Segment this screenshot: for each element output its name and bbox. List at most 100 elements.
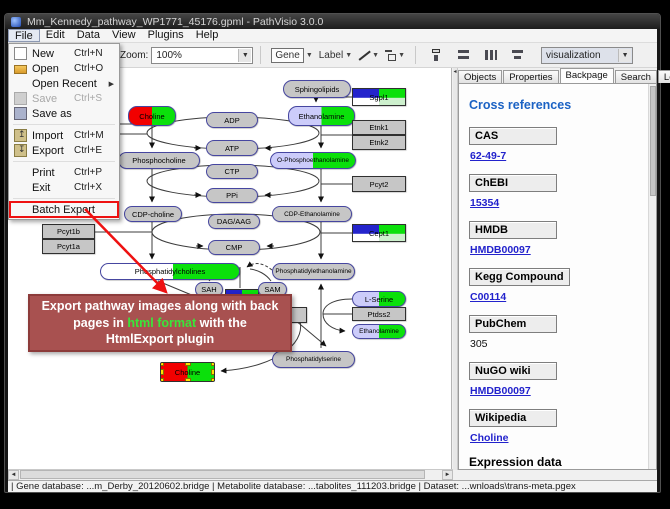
title-bar[interactable]: Mm_Kennedy_pathway_WP1771_45176.gpml - P… (5, 14, 660, 29)
scroll-right-icon[interactable]: ► (442, 470, 453, 480)
shape-tool-button[interactable]: ▼ (382, 46, 408, 64)
selection-handle[interactable] (160, 378, 164, 382)
save-icon (14, 92, 27, 105)
align-left-icon[interactable] (510, 48, 525, 62)
pathway-node-ethanolamine[interactable]: Ethanolamine (352, 324, 406, 339)
node-label: Phosphatidylcholines (135, 267, 205, 276)
backpage-panel: Cross references CAS62-49-7ChEBI15354HMD… (458, 83, 657, 470)
chevron-down-icon[interactable]: ▼ (345, 52, 352, 59)
selection-handle[interactable] (185, 362, 191, 366)
selection-handle[interactable] (185, 378, 191, 382)
file-menu-item-label: New (32, 48, 74, 60)
tab-properties[interactable]: Properties (503, 70, 558, 83)
gene-tool-button[interactable]: Gene ▼ (268, 46, 315, 64)
file-menu-item-new[interactable]: NewCtrl+N (10, 46, 118, 61)
menu-edit[interactable]: Edit (40, 29, 71, 42)
pathway-node-etnk1[interactable]: Etnk1 (352, 120, 406, 135)
new-icon (14, 47, 27, 60)
scroll-left-icon[interactable]: ◄ (8, 470, 19, 480)
pathway-node-ctp[interactable]: CTP (206, 164, 258, 179)
xref-link[interactable]: Choline (470, 432, 648, 444)
tab-search[interactable]: Search (615, 70, 657, 83)
selection-handle[interactable] (211, 362, 215, 366)
pathway-node-etnk2[interactable]: Etnk2 (352, 135, 406, 150)
pathway-node-adp[interactable]: ADP (206, 112, 258, 128)
pathway-node-cmp[interactable]: CMP (208, 240, 260, 255)
node-label: Sgpl1 (369, 93, 388, 102)
chevron-down-icon[interactable]: ▼ (618, 49, 631, 62)
file-menu-item-save-as[interactable]: Save as (10, 106, 118, 121)
xref-link[interactable]: C00114 (470, 291, 648, 303)
callout-line3: HtmlExport plugin (30, 331, 290, 348)
pathway-node-l-serine[interactable]: L-Serine (352, 291, 406, 307)
chevron-down-icon[interactable]: ▼ (372, 52, 379, 59)
selection-handle[interactable] (211, 378, 215, 382)
panel-scrollbar[interactable] (648, 84, 656, 469)
xref-source-header: NuGO wiki (469, 362, 557, 380)
import-icon (14, 129, 27, 142)
zoom-combobox[interactable]: 100% ▼ (151, 47, 253, 64)
pathway-node-ptdss2[interactable]: Ptdss2 (352, 307, 406, 321)
chevron-down-icon[interactable]: ▼ (238, 49, 251, 62)
distribute-vertical-icon[interactable] (456, 48, 471, 62)
file-menu-item-exit[interactable]: ExitCtrl+X (10, 180, 118, 195)
scroll-thumb[interactable] (650, 86, 656, 196)
label-tool-button[interactable]: Label ▼ (316, 46, 355, 64)
chevron-down-icon[interactable]: ▼ (306, 52, 313, 59)
pathway-node-sgpl1[interactable]: Sgpl1 (352, 88, 406, 106)
pathway-node-phosphatidylethanolamine[interactable]: Phosphatidylethanolamine (272, 263, 355, 280)
file-menu-item-open-recent[interactable]: Open Recent▶ (10, 76, 118, 91)
menu-plugins[interactable]: Plugins (142, 29, 190, 42)
pathway-node-dag-aag[interactable]: DAG/AAG (208, 214, 260, 229)
menu-view[interactable]: View (106, 29, 142, 42)
pathway-node-ethanolamine[interactable]: Ethanolamine (288, 106, 355, 126)
file-menu-item-print[interactable]: PrintCtrl+P (10, 165, 118, 180)
file-menu-item-save[interactable]: SaveCtrl+S (10, 91, 118, 106)
file-menu-item-batch-export[interactable]: Batch Export (10, 202, 118, 217)
scroll-thumb[interactable] (20, 470, 425, 479)
pathway-node-cdp-ethanolamine[interactable]: CDP-Ethanolamine (272, 206, 352, 222)
menu-data[interactable]: Data (71, 29, 106, 42)
selection-handle[interactable] (211, 369, 215, 375)
pathway-node-pcyt2[interactable]: Pcyt2 (352, 176, 406, 192)
menu-file[interactable]: File (8, 29, 40, 42)
pathway-node-cdp-choline[interactable]: CDP-choline (124, 206, 182, 222)
file-menu-item-label: Print (32, 167, 74, 179)
file-menu-item-export[interactable]: ExportCtrl+E (10, 143, 118, 158)
selection-handle[interactable] (160, 362, 164, 366)
pathway-node-sphingolipids[interactable]: Sphingolipids (283, 80, 351, 98)
pathway-node-cept1[interactable]: Cept1 (352, 224, 406, 242)
visualization-combobox[interactable]: visualization ▼ (541, 47, 633, 64)
label-tool-label: Label (319, 50, 343, 61)
menu-help[interactable]: Help (190, 29, 225, 42)
pathway-node-atp[interactable]: ATP (206, 140, 258, 156)
pathway-node-choline[interactable]: Choline (128, 106, 176, 126)
xref-link[interactable]: 15354 (470, 197, 648, 209)
xref-link[interactable]: HMDB00097 (470, 244, 648, 256)
xref-link[interactable]: HMDB00097 (470, 385, 648, 397)
pathway-node-phosphatidylserine[interactable]: Phosphatidylserine (272, 351, 355, 368)
file-menu-item-open[interactable]: OpenCtrl+O (10, 61, 118, 76)
tab-backpage[interactable]: Backpage (560, 68, 614, 83)
line-tool-button[interactable]: ▼ (355, 46, 382, 64)
node-label: Cept1 (369, 229, 389, 238)
chevron-down-icon[interactable]: ▼ (398, 52, 405, 59)
align-center-icon[interactable] (429, 48, 444, 62)
canvas-hscrollbar[interactable]: ◄ ► (8, 469, 453, 480)
distribute-horizontal-icon[interactable] (483, 48, 498, 62)
pathway-node-phosphocholine[interactable]: Phosphocholine (118, 152, 200, 169)
tab-objects[interactable]: Objects (458, 70, 502, 83)
scroll-track[interactable] (19, 470, 442, 480)
selection-handle[interactable] (160, 369, 164, 375)
xref-link[interactable]: 62-49-7 (470, 150, 648, 162)
callout-highlight: html format (127, 316, 196, 330)
pathway-node-ppi[interactable]: PPi (206, 188, 258, 203)
tab-legend[interactable]: Legend (658, 70, 670, 83)
file-menu-item-import[interactable]: ImportCtrl+M (10, 128, 118, 143)
pathway-node-o-phosphoethanolamine[interactable]: O-Phosphoethanolamine (270, 152, 356, 169)
pathway-node-pcyt1b[interactable]: Pcyt1b (42, 224, 95, 239)
no-icon (14, 166, 27, 179)
pathway-node-choline[interactable]: Choline (160, 362, 215, 382)
pathway-node-phosphatidylcholines[interactable]: Phosphatidylcholines (100, 263, 240, 280)
pathway-node-pcyt1a[interactable]: Pcyt1a (42, 239, 95, 254)
